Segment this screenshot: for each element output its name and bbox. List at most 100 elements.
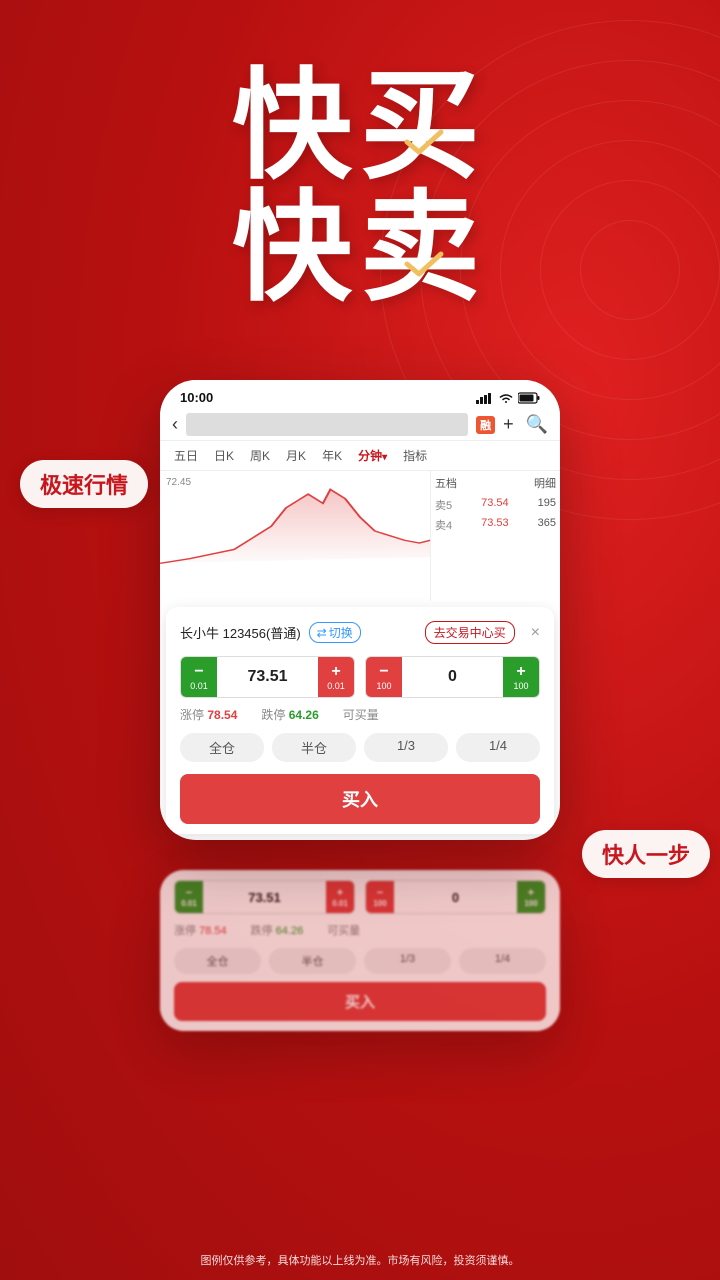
price-value[interactable]: 73.51 bbox=[217, 668, 318, 686]
back-button[interactable]: ‹ bbox=[172, 414, 178, 435]
btn-half[interactable]: 半仓 bbox=[272, 733, 356, 762]
margin-badge: 融 bbox=[476, 416, 495, 434]
qty-value[interactable]: 0 bbox=[402, 668, 503, 686]
add-icon[interactable]: + bbox=[503, 414, 514, 435]
qty-input-group: − 100 0 + 100 bbox=[365, 656, 540, 698]
price-val-back: 73.51 bbox=[203, 890, 326, 905]
battery-icon bbox=[518, 392, 540, 404]
orderbook-tab-five[interactable]: 五档 bbox=[435, 475, 457, 491]
phone-mockup-back: −0.01 73.51 +0.01 −100 0 +100 bbox=[160, 870, 560, 1031]
qty-decrease-button[interactable]: − 100 bbox=[366, 657, 402, 697]
trade-account-row: 长小牛 123456(普通) ⇄ 切换 去交易中心买 × bbox=[180, 621, 540, 644]
buy-button[interactable]: 买入 bbox=[180, 774, 540, 824]
signal-icon bbox=[476, 392, 494, 404]
goto-trade-center-button[interactable]: 去交易中心买 bbox=[425, 621, 515, 644]
search-icon[interactable]: 🔍 bbox=[526, 414, 548, 435]
orderbook-tab-detail[interactable]: 明细 bbox=[534, 475, 556, 491]
tab-fenzhong[interactable]: 分钟▾ bbox=[352, 445, 393, 466]
die-ting-info: 跌停 64.26 bbox=[261, 706, 318, 723]
tab-zhibiao[interactable]: 指标 bbox=[397, 445, 433, 466]
chart-tabs: 五日 日K 周K 月K 年K 分钟▾ 指标 bbox=[160, 441, 560, 471]
phone-mockup: 10:00 bbox=[160, 380, 560, 840]
btn-third-back: 1/3 bbox=[364, 948, 451, 974]
tab-zhouk[interactable]: 周K bbox=[244, 445, 276, 466]
zhang-ting-label: 涨停 bbox=[180, 708, 204, 722]
die-ting-label: 跌停 bbox=[261, 708, 285, 722]
speed-label-bubble: 极速行情 bbox=[20, 460, 148, 508]
btn-third[interactable]: 1/3 bbox=[364, 733, 448, 762]
hero-line2: 快卖 bbox=[0, 182, 720, 314]
phone-frame-back: −0.01 73.51 +0.01 −100 0 +100 bbox=[160, 870, 560, 1031]
fast-label-text: 快人一步 bbox=[602, 843, 690, 868]
info-row-back: 涨停 78.54 跌停 64.26 可买量 bbox=[174, 922, 546, 938]
status-time: 10:00 bbox=[180, 390, 213, 405]
qty-increase-button[interactable]: + 100 bbox=[503, 657, 539, 697]
ob-label-sell4: 卖4 bbox=[435, 517, 452, 533]
header-actions: + 🔍 bbox=[503, 414, 548, 435]
btn-all-in[interactable]: 全仓 bbox=[180, 733, 264, 762]
tab-yuek[interactable]: 月K bbox=[280, 445, 312, 466]
tab-niank[interactable]: 年K bbox=[316, 445, 348, 466]
ke-mai-label: 可买量 bbox=[343, 708, 379, 722]
qty-dec-back: −100 bbox=[366, 881, 394, 913]
btn-quarter[interactable]: 1/4 bbox=[456, 733, 540, 762]
phone-frame: 10:00 bbox=[160, 380, 560, 840]
orderbook-panel: 五档 明细 卖5 73.54 195 卖4 73.53 365 bbox=[430, 471, 560, 601]
ke-mai-back: 可买量 bbox=[327, 922, 360, 938]
tab-wuri[interactable]: 五日 bbox=[168, 445, 204, 466]
ob-price-sell4: 73.53 bbox=[481, 517, 509, 533]
tab-rik[interactable]: 日K bbox=[208, 445, 240, 466]
ob-label-sell5: 卖5 bbox=[435, 497, 452, 513]
qty-input-back: −100 0 +100 bbox=[365, 880, 546, 914]
price-dec-back: −0.01 bbox=[175, 881, 203, 913]
status-icons bbox=[476, 392, 540, 404]
btn-half-back: 半仓 bbox=[269, 948, 356, 974]
qty-val-back: 0 bbox=[394, 890, 517, 905]
zhang-ting-info: 涨停 78.54 bbox=[180, 706, 237, 723]
qty-btns-back: 全仓 半仓 1/3 1/4 bbox=[174, 948, 546, 974]
trade-panel: 长小牛 123456(普通) ⇄ 切换 去交易中心买 × − 0.01 bbox=[166, 607, 554, 834]
switch-icon: ⇄ bbox=[317, 626, 327, 640]
orderbook-header: 五档 明细 bbox=[435, 475, 556, 491]
chart-orderbook-row: 72.45 2.94% -4.7% 五档 明细 bbox=[160, 471, 560, 601]
ob-vol-sell4: 365 bbox=[538, 517, 556, 533]
orderbook-row-1: 卖5 73.54 195 bbox=[435, 495, 556, 515]
buy-btn-back: 买入 bbox=[174, 982, 546, 1021]
close-trade-panel-button[interactable]: × bbox=[531, 624, 540, 642]
die-ting-value: 64.26 bbox=[289, 708, 319, 722]
stock-name-header bbox=[186, 413, 468, 436]
ob-price-sell5: 73.54 bbox=[481, 497, 509, 513]
speed-label-text: 极速行情 bbox=[40, 473, 128, 498]
checkmark-icon2 bbox=[403, 250, 445, 278]
phone-header: ‹ 融 + 🔍 bbox=[160, 409, 560, 441]
disclaimer: 图例仅供参考，具体功能以上线为准。市场有风险，投资须谨慎。 bbox=[0, 1252, 720, 1268]
qty-inc-back: +100 bbox=[517, 881, 545, 913]
price-input-group: − 0.01 73.51 + 0.01 bbox=[180, 656, 355, 698]
switch-account-button[interactable]: ⇄ 切换 bbox=[309, 622, 361, 643]
btn-all-back: 全仓 bbox=[174, 948, 261, 974]
qty-percent-buttons: 全仓 半仓 1/3 1/4 bbox=[180, 733, 540, 762]
zhang-ting-value: 78.54 bbox=[207, 708, 237, 722]
price-inc-back: +0.01 bbox=[326, 881, 354, 913]
chart-price-label: 72.45 bbox=[166, 477, 191, 488]
wifi-icon bbox=[498, 392, 514, 404]
phone-status-bar: 10:00 bbox=[160, 380, 560, 409]
trade-info-row: 涨停 78.54 跌停 64.26 可买量 bbox=[180, 706, 540, 723]
zhang-ting-back: 涨停 78.54 bbox=[174, 922, 227, 938]
price-decrease-button[interactable]: − 0.01 bbox=[181, 657, 217, 697]
dropdown-arrow: ▾ bbox=[382, 452, 387, 463]
fast-label-bubble: 快人一步 bbox=[582, 830, 710, 878]
ke-mai-info: 可买量 bbox=[343, 706, 379, 723]
ob-vol-sell5: 195 bbox=[538, 497, 556, 513]
price-increase-button[interactable]: + 0.01 bbox=[318, 657, 354, 697]
btn-quarter-back: 1/4 bbox=[459, 948, 546, 974]
disclaimer-text: 图例仅供参考，具体功能以上线为准。市场有风险，投资须谨慎。 bbox=[201, 1255, 520, 1267]
account-name: 长小牛 123456(普通) bbox=[180, 623, 301, 642]
hero-line1: 快买 bbox=[0, 60, 720, 192]
hero-section: 快买 快卖 bbox=[0, 60, 720, 314]
trade-inputs-row: − 0.01 73.51 + 0.01 bbox=[180, 656, 540, 698]
die-ting-back: 跌停 64.26 bbox=[251, 922, 304, 938]
orderbook-row-2: 卖4 73.53 365 bbox=[435, 515, 556, 535]
switch-label: 切换 bbox=[329, 624, 353, 641]
checkmark-icon1 bbox=[403, 128, 445, 156]
